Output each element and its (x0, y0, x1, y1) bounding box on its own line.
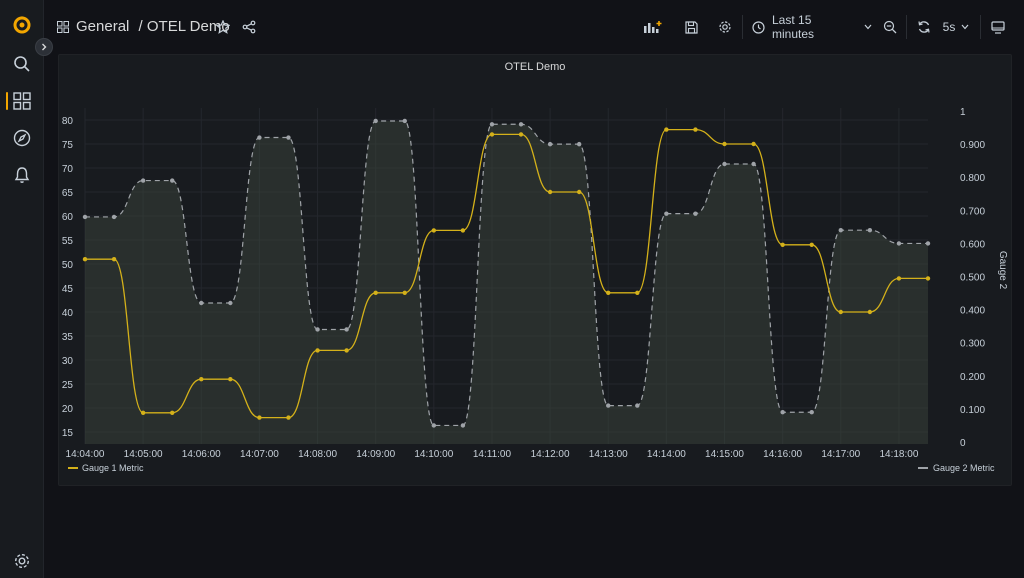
share-icon[interactable] (240, 15, 258, 39)
add-panel-icon[interactable] (640, 15, 666, 39)
refresh-icon (917, 20, 931, 34)
breadcrumb-separator: / (138, 18, 143, 35)
breadcrumb: General / OTEL Demo (76, 18, 230, 35)
breadcrumb-folder[interactable]: General (76, 18, 129, 35)
settings-gear-icon[interactable] (11, 550, 33, 572)
toolbar-divider (742, 15, 743, 39)
tv-mode-button[interactable] (986, 15, 1010, 39)
expand-sidebar-button[interactable] (35, 38, 53, 56)
search-icon[interactable] (11, 53, 33, 75)
dashboard-grid-icon (56, 15, 70, 39)
panel-title[interactable]: OTEL Demo (59, 61, 1011, 73)
grafana-logo-icon[interactable] (11, 14, 33, 36)
star-icon[interactable] (214, 15, 232, 39)
dashboards-icon[interactable] (11, 90, 33, 112)
graph-panel: OTEL Demo (58, 54, 1012, 486)
toolbar-divider (980, 15, 981, 39)
refresh-interval-label: 5s (942, 20, 956, 34)
alerting-bell-icon[interactable] (11, 164, 33, 186)
chevron-down-icon (864, 24, 872, 30)
refresh-interval-picker[interactable]: 5s (938, 15, 974, 39)
toolbar-divider (906, 15, 907, 39)
active-indicator (6, 92, 8, 110)
dashboard-settings-icon[interactable] (714, 15, 736, 39)
explore-compass-icon[interactable] (11, 127, 33, 149)
save-dashboard-icon[interactable] (680, 15, 702, 39)
zoom-out-button[interactable] (878, 15, 902, 39)
time-range-picker[interactable]: Last 15 minutes (748, 13, 872, 41)
chevron-down-icon (961, 24, 969, 30)
zoom-out-icon (883, 20, 897, 34)
sidebar (0, 0, 44, 578)
monitor-icon (991, 20, 1005, 34)
time-range-label: Last 15 minutes (772, 13, 815, 41)
refresh-button[interactable] (912, 15, 936, 39)
clock-icon (752, 20, 765, 34)
